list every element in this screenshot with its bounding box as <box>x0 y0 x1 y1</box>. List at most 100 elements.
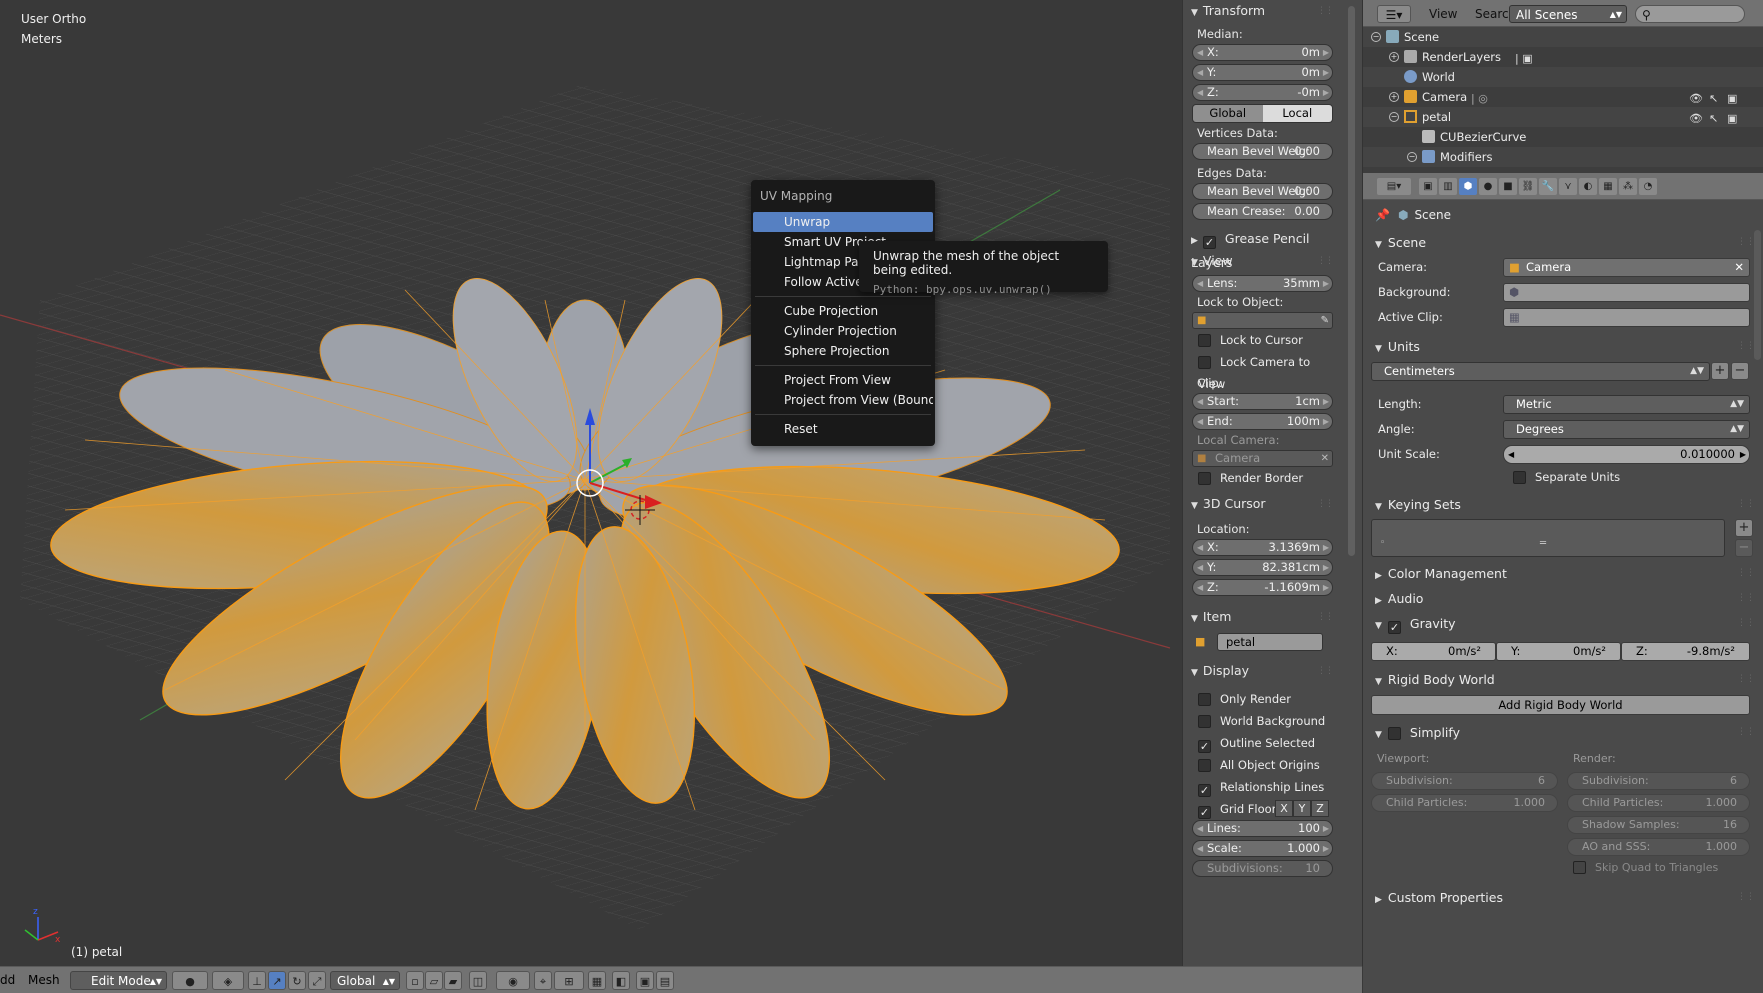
drag-grip-icon[interactable]: ⋮⋮ <box>1317 660 1334 682</box>
render-layers-tab-icon[interactable]: ▥ <box>1439 178 1457 195</box>
transform-panel-header[interactable]: ▼ Transform ⋮⋮ <box>1183 0 1341 22</box>
cursor-z-field[interactable]: ◀ Z: -1.1609m ▶ <box>1192 579 1333 596</box>
vertex-select-icon[interactable]: ▫ <box>406 971 424 990</box>
scene-tab-icon[interactable]: ⬢ <box>1459 178 1477 195</box>
outliner-row-scene[interactable]: − Scene <box>1363 27 1763 47</box>
only-render-checkbox[interactable] <box>1198 693 1211 706</box>
view-menu[interactable]: dd <box>0 971 15 990</box>
drag-grip-icon[interactable]: ⋮⋮ <box>1317 606 1334 628</box>
ao-sss-field[interactable]: AO and SSS: 1.000 <box>1567 838 1750 856</box>
separate-units-option[interactable]: Separate Units <box>1513 470 1620 484</box>
mean-crease-field[interactable]: Mean Crease: 0.00 <box>1192 203 1333 220</box>
constraints-tab-icon[interactable]: ⛓ <box>1519 178 1537 195</box>
relationship-lines-option[interactable]: ✓ Relationship Lines <box>1183 776 1341 798</box>
rotate-icon[interactable]: ↻ <box>288 971 306 990</box>
rigid-body-world-panel-header[interactable]: ▼ Rigid Body World ⋮⋮ <box>1363 667 1763 692</box>
world-background-option[interactable]: World Background <box>1183 710 1341 732</box>
gravity-x-field[interactable]: X: 0m/s² <box>1371 642 1496 661</box>
manipulator-toggle-icon[interactable]: ⊥ <box>248 971 266 990</box>
global-button[interactable]: Global <box>1193 105 1263 122</box>
render-icon[interactable]: ◧ <box>612 971 630 990</box>
npanel-scrollbar[interactable] <box>1341 0 1363 966</box>
grid-lines-field[interactable]: ◀ Lines: 100 ▶ <box>1192 820 1333 837</box>
orientation-select[interactable]: Global ▲▼ <box>330 971 400 990</box>
expand-toggle-icon[interactable]: + <box>1389 92 1399 102</box>
drag-grip-icon[interactable]: ⋮⋮ <box>1737 667 1755 692</box>
unit-scale-field[interactable]: ◀ 0.010000 ▶ <box>1503 445 1750 464</box>
expand-toggle-icon[interactable]: − <box>1371 32 1381 42</box>
grid-subdivisions-field[interactable]: Subdivisions: 10 <box>1192 860 1333 877</box>
outliner[interactable]: ☰▾ View Search All Scenes ▲▼ ⚲ − Scene + Re… <box>1363 0 1763 173</box>
editor-type-icon[interactable]: ☰▾ <box>1377 5 1411 23</box>
outliner-row-renderlayers[interactable]: + RenderLayers | ▣ <box>1363 47 1763 67</box>
background-set-field[interactable]: ⬢ <box>1503 283 1750 302</box>
expand-toggle-icon[interactable]: − <box>1407 152 1417 162</box>
3d-viewport[interactable]: z x User Ortho Meters (1) petal UV Mappi… <box>0 0 1180 966</box>
lock-to-cursor-checkbox[interactable] <box>1198 334 1211 347</box>
editor-type-icon[interactable]: ▤▾ <box>1377 178 1411 195</box>
grease-pencil-panel-header[interactable]: ▶ ✓ Grease Pencil Layers <box>1183 228 1341 270</box>
color-management-panel-header[interactable]: ▶ Color Management ⋮⋮ <box>1363 561 1763 586</box>
median-x-field[interactable]: ◀ X: 0m ▶ <box>1192 44 1333 61</box>
drag-grip-icon[interactable]: ⋮⋮ <box>1317 250 1334 272</box>
visibility-eye-icon[interactable]: 👁 <box>1689 89 1703 109</box>
proportional-edit-icon[interactable]: ◉ <box>496 971 530 990</box>
outline-selected-option[interactable]: ✓ Outline Selected <box>1183 732 1341 754</box>
world-tab-icon[interactable]: ● <box>1479 178 1497 195</box>
render-border-option[interactable]: Render Border <box>1183 467 1341 489</box>
mode-select[interactable]: Edit Mode ▲▼ <box>70 971 167 990</box>
lock-object-field[interactable]: ■ ✎ <box>1192 312 1333 329</box>
outliner-row-modifiers[interactable]: − Modifiers <box>1363 147 1763 167</box>
local-camera-field[interactable]: Camera ■ ✕ <box>1192 450 1333 467</box>
menu-item-project-from-view-bounds[interactable]: Project from View (Bounds) <box>753 390 933 410</box>
view-panel-header[interactable]: ▼ View ⋮⋮ <box>1183 250 1341 272</box>
all-object-origins-option[interactable]: All Object Origins <box>1183 754 1341 776</box>
lock-camera-option[interactable]: Lock Camera to View <box>1183 351 1341 391</box>
world-background-checkbox[interactable] <box>1198 715 1211 728</box>
add-preset-button[interactable]: + <box>1711 362 1729 380</box>
clip-end-field[interactable]: ◀ End: 100m ▶ <box>1192 413 1333 430</box>
modifiers-tab-icon[interactable]: 🔧 <box>1539 178 1557 195</box>
grid-axis-x-toggle[interactable]: X <box>1275 800 1293 817</box>
length-unit-select[interactable]: Metric ▲▼ <box>1503 395 1750 414</box>
menu-item-project-from-view[interactable]: Project From View <box>753 370 933 390</box>
grease-pencil-checkbox[interactable]: ✓ <box>1202 236 1216 249</box>
render-border-checkbox[interactable] <box>1198 472 1211 485</box>
outliner-view-menu[interactable]: View <box>1429 5 1457 23</box>
translate-icon[interactable]: ↗ <box>268 971 286 990</box>
mesh-menu[interactable]: Mesh <box>28 971 60 990</box>
grid-axis-y-toggle[interactable]: Y <box>1293 800 1311 817</box>
simplify-checkbox[interactable] <box>1387 727 1401 740</box>
keying-sets-list[interactable]: ◦ ═ <box>1371 519 1725 557</box>
only-render-option[interactable]: Only Render <box>1183 688 1341 710</box>
shadow-samples-field[interactable]: Shadow Samples: 16 <box>1567 816 1750 834</box>
vertex-bevel-weight-field[interactable]: Mean Bevel Weig: 0.00 <box>1192 143 1333 160</box>
lock-to-cursor-option[interactable]: Lock to Cursor <box>1183 329 1341 351</box>
active-clip-field[interactable]: ▦ <box>1503 308 1750 327</box>
lens-field[interactable]: ◀ Lens: 35mm ▶ <box>1192 275 1333 292</box>
properties-editor[interactable]: ▤▾ ▣ ▥ ⬢ ● ■ ⛓ 🔧 ⋎ ◐ ▦ ⁂ ◔ 📌 ⬢ Scene ▼ Scen… <box>1363 173 1763 993</box>
cursor-x-field[interactable]: ◀ X: 3.1369m ▶ <box>1192 539 1333 556</box>
texture-tab-icon[interactable]: ▦ <box>1599 178 1617 195</box>
separate-units-checkbox[interactable] <box>1513 471 1526 484</box>
menu-item-cylinder-projection[interactable]: Cylinder Projection <box>753 321 933 341</box>
clear-icon[interactable]: ✕ <box>1321 451 1329 466</box>
renderability-camera-icon[interactable]: ▣ <box>1727 89 1737 109</box>
expand-toggle-icon[interactable]: + <box>1389 52 1399 62</box>
menu-item-cube-projection[interactable]: Cube Projection <box>753 301 933 321</box>
menu-item-sphere-projection[interactable]: Sphere Projection <box>753 341 933 361</box>
material-tab-icon[interactable]: ◐ <box>1579 178 1597 195</box>
render-child-particles-field[interactable]: Child Particles: 1.000 <box>1567 794 1750 812</box>
render-tab-icon[interactable]: ▣ <box>1419 178 1437 195</box>
keying-sets-panel-header[interactable]: ▼ Keying Sets ⋮⋮ <box>1363 492 1763 517</box>
lock-camera-checkbox[interactable] <box>1198 356 1211 369</box>
gravity-z-field[interactable]: Z: -9.8m/s² <box>1621 642 1750 661</box>
drag-grip-icon[interactable]: ⋮⋮ <box>1737 586 1755 611</box>
drag-grip-icon[interactable]: ⋮⋮ <box>1737 334 1755 359</box>
skip-quad-checkbox[interactable] <box>1573 861 1586 874</box>
audio-panel-header[interactable]: ▶ Audio ⋮⋮ <box>1363 586 1763 611</box>
custom-properties-panel-header[interactable]: ▶ Custom Properties ⋮⋮ <box>1363 885 1763 910</box>
drag-grip-icon[interactable]: ⋮⋮ <box>1317 493 1334 515</box>
gravity-panel-header[interactable]: ▼ ✓ Gravity ⋮⋮ <box>1363 611 1763 636</box>
selectability-cursor-icon[interactable]: ↖ <box>1709 109 1718 129</box>
